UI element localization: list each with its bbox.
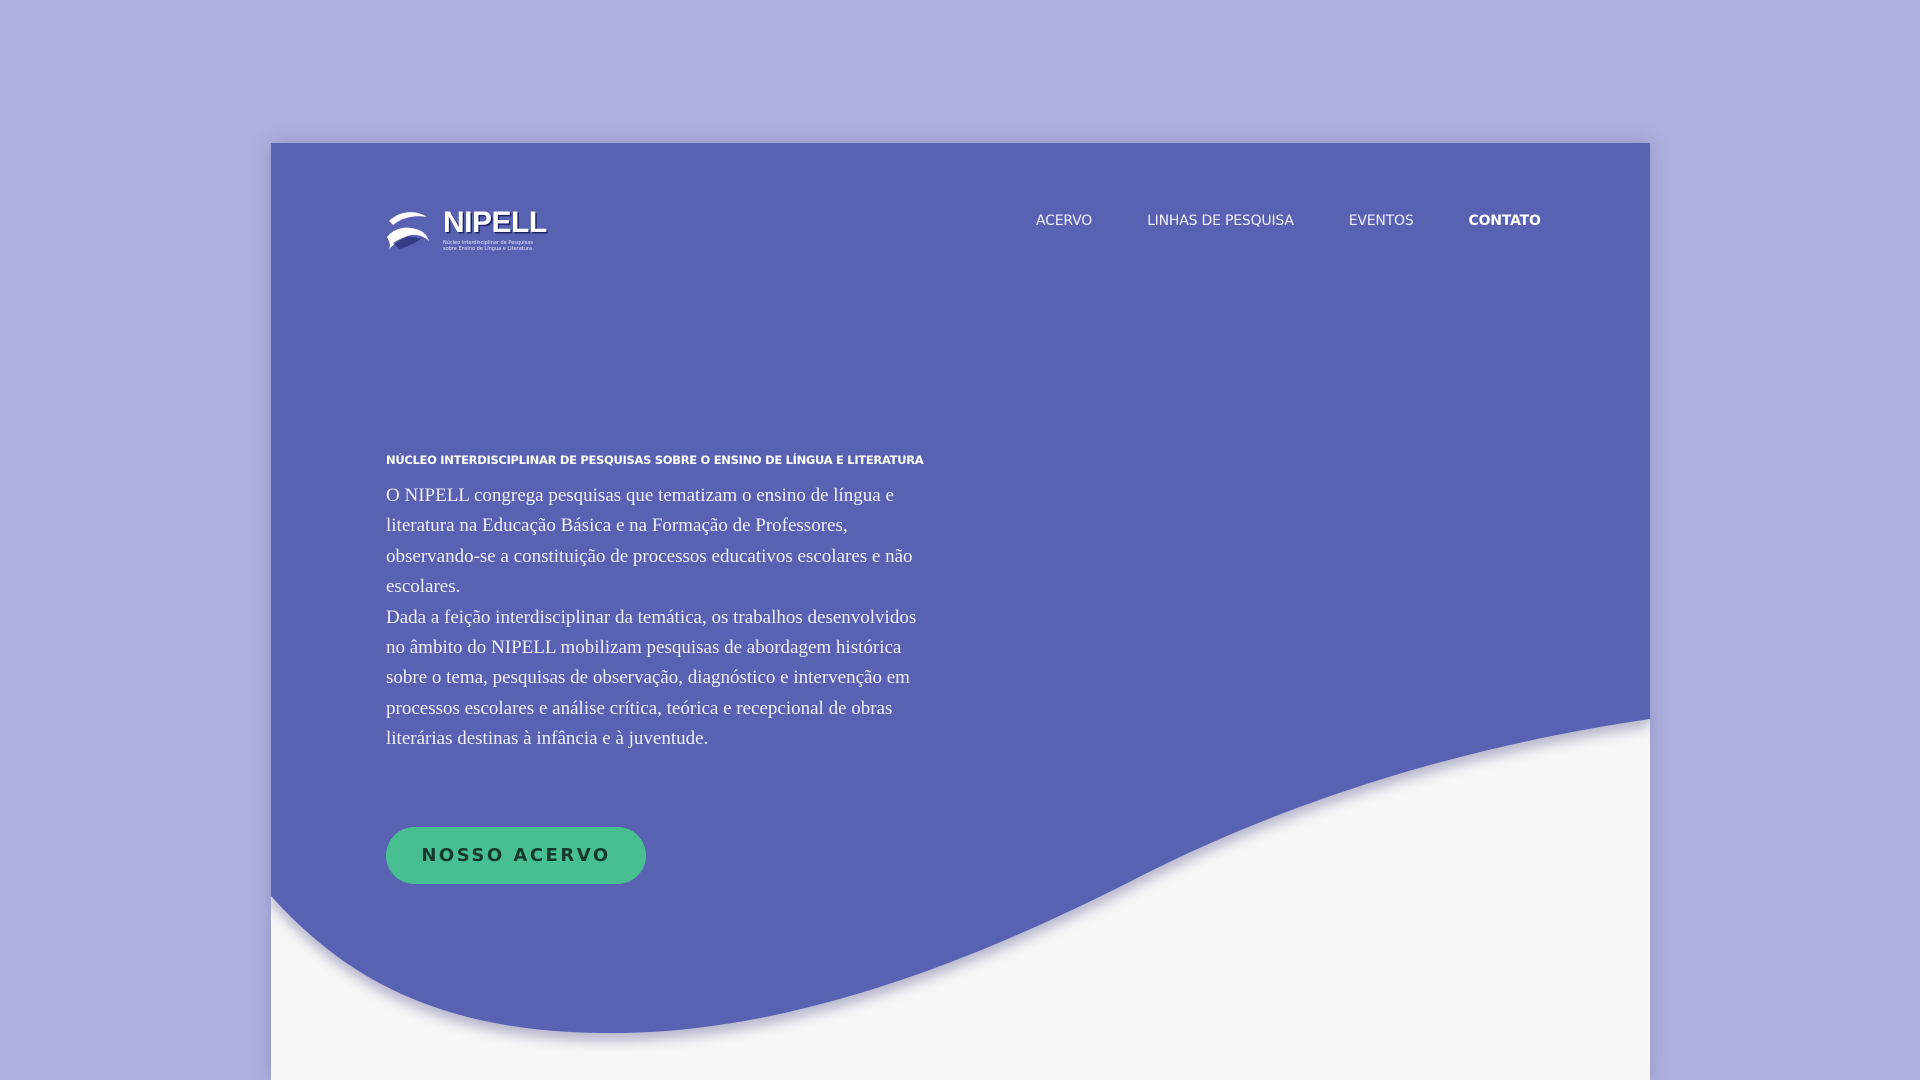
hero-paragraph-1: O NIPELL congrega pesquisas que tematiza… [386,485,913,598]
main-navigation: ACERVO LINHAS DE PESQUISA EVENTOS CONTAT… [1036,213,1541,229]
nav-item-contato[interactable]: CONTATO [1469,213,1541,229]
nosso-acervo-button[interactable]: NOSSO ACERVO [386,827,646,884]
nav-item-eventos[interactable]: EVENTOS [1349,213,1414,229]
hero-kicker: NÚCLEO INTERDISCIPLINAR DE PESQUISAS SOB… [386,453,924,467]
hero-description: O NIPELL congrega pesquisas que tematiza… [386,481,926,755]
hero-paragraph-2: Dada a feição interdisciplinar da temáti… [386,606,917,750]
nav-item-linhas-de-pesquisa[interactable]: LINHAS DE PESQUISA [1147,213,1294,229]
logo-title: NIPELL [443,206,547,239]
wave-book-icon [387,212,429,249]
logo-tagline: Núcleo Interdisciplinar de Pesquisas sob… [443,240,533,252]
browser-frame: NIPELL Núcleo Interdisciplinar de Pesqui… [271,143,1650,1080]
nav-item-acervo[interactable]: ACERVO [1036,213,1092,229]
site-logo[interactable]: NIPELL Núcleo Interdisciplinar de Pesqui… [385,207,547,253]
